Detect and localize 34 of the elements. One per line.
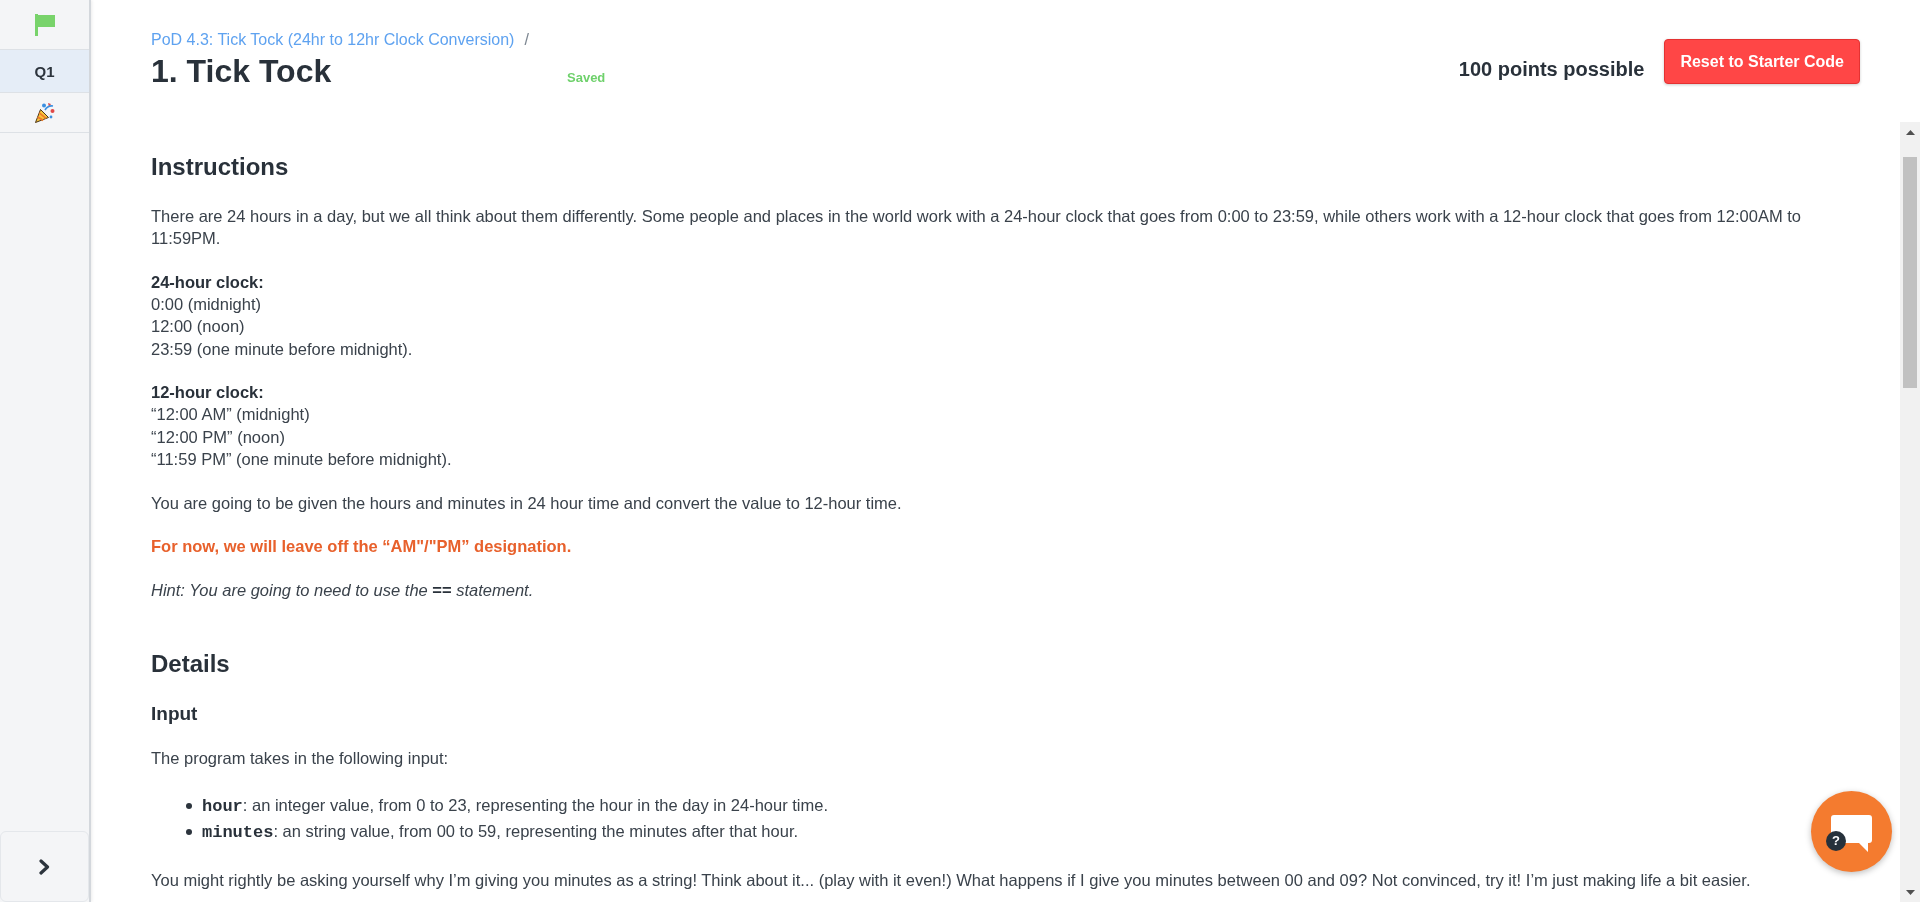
help-chat-button[interactable]: ? bbox=[1811, 791, 1892, 872]
list-heading: 24-hour clock: bbox=[151, 271, 265, 293]
notice-text: For now, we will leave off the “AM"/"PM” designation. bbox=[151, 536, 573, 558]
hint-text: Hint: You are going to need to use the == statement. bbox=[151, 579, 535, 601]
subsection-heading: Input bbox=[151, 702, 199, 726]
paragraph: You might rightly be asking yourself why I’m giving you minutes as a string! Think about it... (play with it even!) What happens if I give you minutes between 00 and 09? Not convinced, try it! I’m just making life a bit easier. bbox=[151, 869, 1752, 891]
page-title: 1. Tick Tock bbox=[151, 52, 332, 90]
scroll-thumb[interactable] bbox=[1903, 157, 1917, 388]
list-line: “12:00 AM” (midnight) bbox=[151, 404, 311, 426]
scroll-down-icon[interactable] bbox=[1905, 889, 1915, 895]
paragraph: The program takes in the following input: bbox=[151, 747, 450, 769]
paragraph: You are going to be given the hours and minutes in 24 hour time and convert the value to 12-hour time. bbox=[151, 492, 903, 514]
section-heading: Instructions bbox=[151, 152, 290, 181]
flag-icon bbox=[33, 13, 56, 36]
scroll-up-icon[interactable] bbox=[1905, 129, 1915, 135]
help-badge: ? bbox=[1826, 831, 1846, 851]
section-heading: Details bbox=[151, 649, 231, 679]
list-line: 23:59 (one minute before midnight). bbox=[151, 338, 414, 360]
list-item-text: hour: an integer value, from 0 to 23, representing the hour in the day in 24-hour time. bbox=[202, 794, 828, 818]
sidebar-item[interactable]: Q1 bbox=[0, 50, 89, 93]
paragraph: There are 24 hours in a day, but we all think about them differently. Some people and places in the world work with a 24-hour clock that goes from 0:00 to 23:59, while others work with a 12-hour clock that goes from 12:00AM to 11:59PM. bbox=[151, 206, 1802, 250]
list-heading: 12-hour clock: bbox=[151, 382, 265, 404]
save-status: Saved bbox=[567, 69, 606, 85]
bullet-icon bbox=[186, 828, 192, 835]
list-line: “12:00 PM” (noon) bbox=[151, 426, 286, 448]
list-line: 0:00 (midnight) bbox=[151, 294, 263, 316]
list-item-text: minutes: an string value, from 00 to 59, representing the minutes after that hour. bbox=[202, 820, 799, 844]
breadcrumb-separator: / bbox=[524, 31, 529, 49]
bullet-icon bbox=[186, 802, 192, 809]
chevron-right-icon bbox=[39, 858, 50, 875]
points-label: 100 points possible bbox=[1458, 58, 1645, 81]
list-line: 12:00 (noon) bbox=[151, 316, 246, 338]
list-line: “11:59 PM” (one minute before midnight). bbox=[151, 448, 453, 470]
party-popper-icon bbox=[33, 101, 56, 124]
